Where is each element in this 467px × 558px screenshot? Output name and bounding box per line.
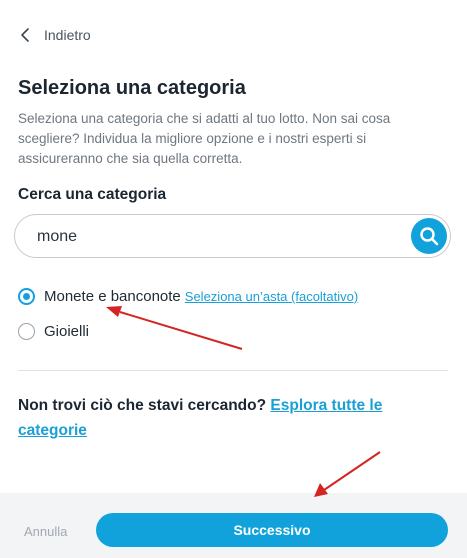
radio-gioielli[interactable] — [18, 323, 35, 340]
chevron-left-icon — [21, 28, 29, 42]
page-description: Seleziona una categoria che si adatti al… — [18, 111, 391, 166]
annotation-arrow-next — [314, 451, 381, 497]
search-button[interactable] — [411, 218, 447, 254]
divider — [18, 370, 448, 371]
option-label-monete: Monete e banconote — [44, 288, 181, 305]
cancel-button[interactable]: Annulla — [24, 524, 67, 539]
not-found-text: Non trovi ciò che stavi cercando? — [18, 397, 267, 414]
search-box — [14, 214, 451, 258]
option-monete-e-banconote[interactable]: Monete e banconote Seleziona un’asta (fa… — [18, 288, 358, 305]
select-auction-link[interactable]: Seleziona un’asta (facoltativo) — [185, 289, 358, 304]
next-button[interactable]: Successivo — [96, 513, 448, 547]
category-selection-page: Indietro Seleziona una categoria Selezio… — [0, 0, 467, 558]
back-label: Indietro — [44, 27, 91, 43]
radio-monete-e-banconote[interactable] — [18, 288, 35, 305]
search-label: Cerca una categoria — [18, 186, 167, 203]
option-label-gioielli: Gioielli — [44, 323, 90, 340]
not-found-prompt: Non trovi ciò che stavi cercando? Esplor… — [18, 393, 438, 443]
page-title: Seleziona una categoria — [18, 77, 246, 99]
search-icon — [420, 227, 439, 246]
footer-bar: Annulla Successivo — [0, 493, 467, 558]
annotation-arrow-option — [106, 306, 243, 350]
back-button[interactable]: Indietro — [18, 26, 91, 44]
search-input[interactable] — [37, 225, 397, 249]
option-gioielli[interactable]: Gioielli — [18, 323, 89, 340]
